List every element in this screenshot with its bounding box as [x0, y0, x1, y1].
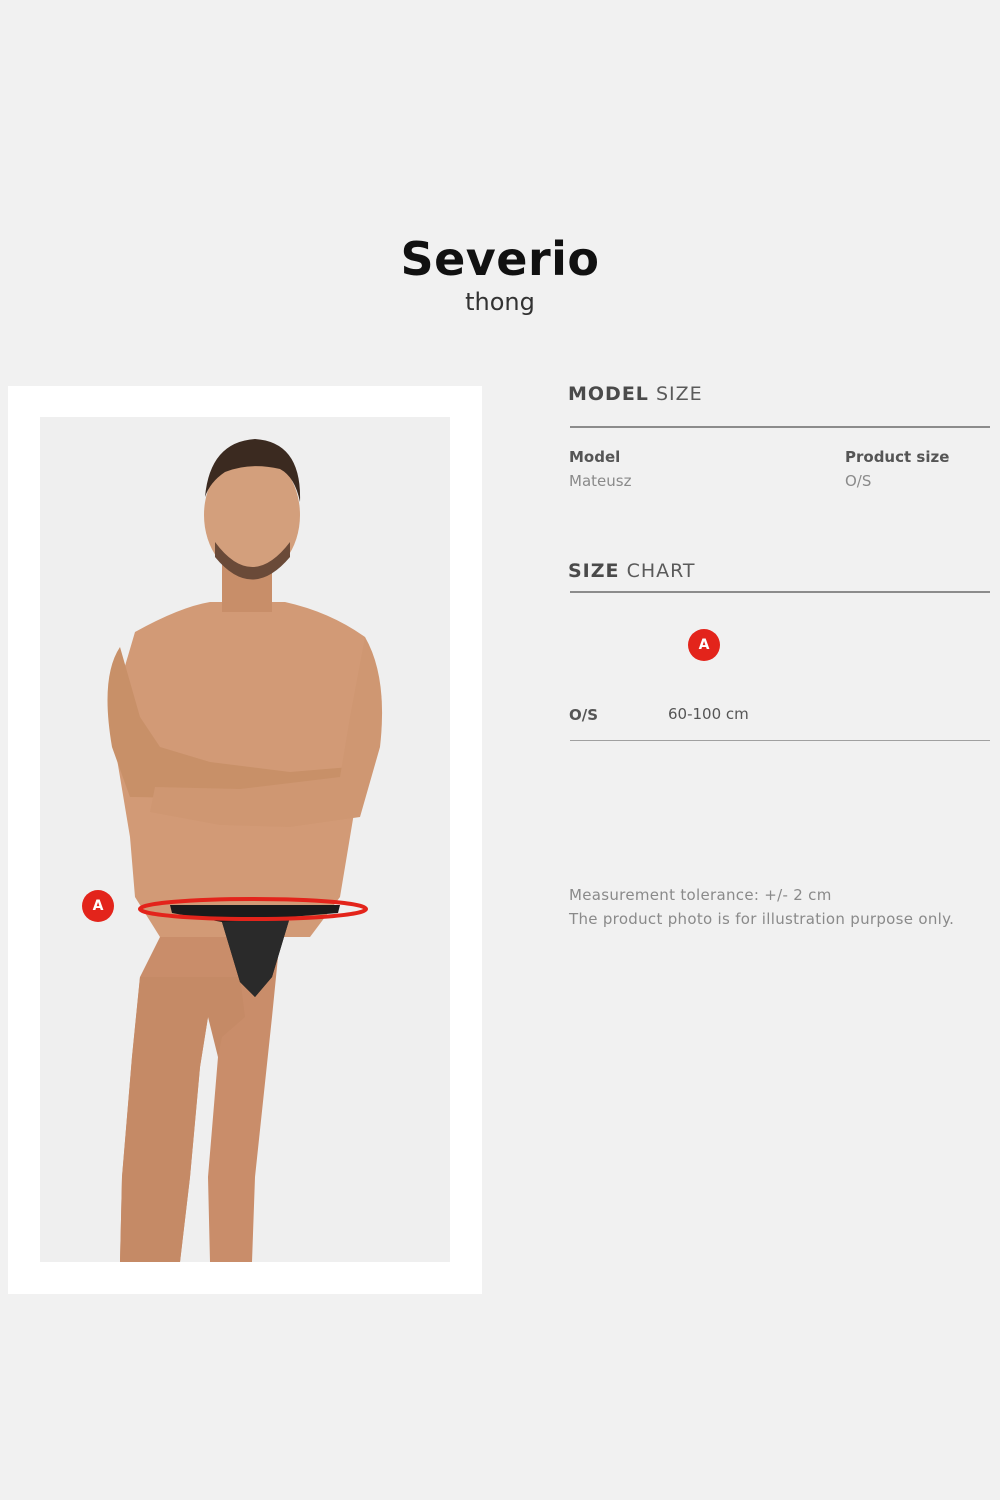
product-size-value: O/S	[845, 472, 872, 490]
size-chart-row-size: O/S	[569, 706, 599, 724]
product-title: Severio	[400, 232, 600, 286]
product-subtitle: thong	[465, 288, 535, 316]
size-chart-heading-light: CHART	[626, 560, 696, 582]
size-chart-heading: SIZE CHART	[568, 560, 696, 582]
divider	[570, 591, 990, 593]
size-chart-heading-bold: SIZE	[568, 560, 620, 582]
chart-column-marker-a: A	[688, 629, 720, 661]
divider	[570, 740, 990, 741]
product-size-label: Product size	[845, 448, 950, 466]
model-photo	[40, 417, 450, 1262]
model-size-heading-light: SIZE	[655, 383, 703, 405]
divider	[570, 426, 990, 428]
model-label: Model	[569, 448, 621, 466]
model-figure	[107, 439, 383, 1262]
measure-marker-a: A	[82, 890, 114, 922]
model-size-heading-bold: MODEL	[568, 383, 649, 405]
model-value: Mateusz	[569, 472, 632, 490]
model-size-heading: MODEL SIZE	[568, 383, 703, 405]
size-chart-row-measure: 60-100 cm	[668, 705, 749, 723]
tolerance-note: Measurement tolerance: +/- 2 cm	[569, 886, 832, 904]
illustration-note: The product photo is for illustration pu…	[569, 910, 955, 928]
photo-card	[8, 386, 482, 1294]
